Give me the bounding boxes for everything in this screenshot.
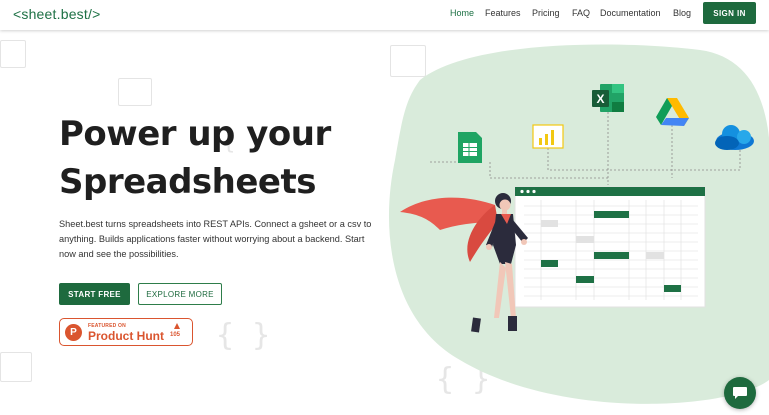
chat-button[interactable]	[724, 377, 756, 409]
product-hunt-icon: P	[65, 324, 82, 341]
nav-home[interactable]: Home	[450, 8, 474, 18]
nav-features[interactable]: Features	[485, 8, 521, 18]
headline-line-2: Spreadsheets	[59, 162, 317, 202]
spreadsheet-window	[514, 186, 706, 308]
chat-bubble-icon	[733, 387, 747, 399]
product-hunt-badge[interactable]: P FEATURED ON Product Hunt 105	[59, 318, 193, 346]
headline-line-1: Power up your	[59, 114, 331, 154]
google-sheets-icon	[458, 132, 482, 163]
explore-more-button[interactable]: EXPLORE MORE	[138, 283, 222, 305]
top-navigation-bar: <sheet.best/> Home Features Pricing FAQ …	[0, 0, 769, 30]
nav-pricing[interactable]: Pricing	[532, 8, 560, 18]
upvote-count: 105	[170, 332, 181, 338]
hero-description: Sheet.best turns spreadsheets into REST …	[59, 219, 372, 259]
upvote-arrow-icon	[174, 323, 180, 329]
hero-illustration: X	[388, 44, 769, 404]
nav-documentation[interactable]: Documentation	[600, 8, 661, 18]
nav-blog[interactable]: Blog	[673, 8, 691, 18]
sign-in-button[interactable]: SIGN IN	[703, 2, 756, 24]
logo[interactable]: <sheet.best/>	[13, 6, 100, 22]
start-free-button[interactable]: START FREE	[59, 283, 130, 305]
page-title: Power up your Spreadsheets	[59, 110, 331, 206]
nav-faq[interactable]: FAQ	[572, 8, 590, 18]
power-bi-icon	[532, 124, 564, 149]
product-hunt-title: Product Hunt	[88, 329, 164, 343]
svg-text:X: X	[596, 92, 604, 106]
